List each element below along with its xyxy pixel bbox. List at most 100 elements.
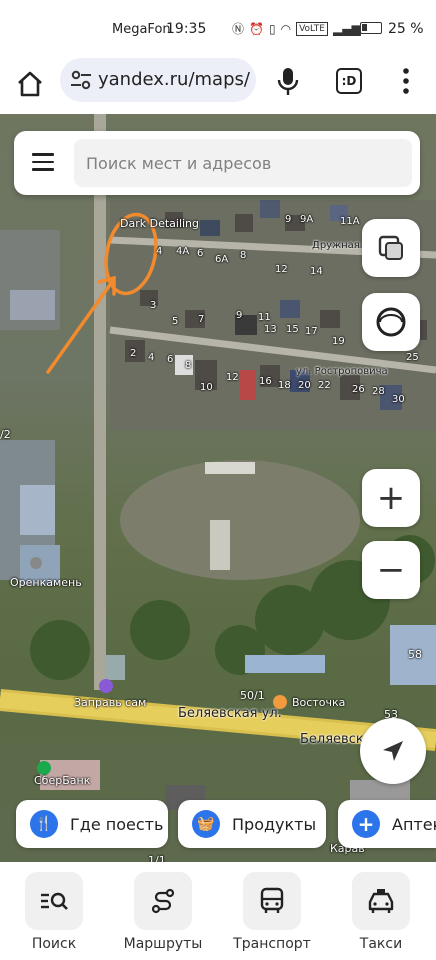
label-belyaevskaya-1: Беляевская ул. <box>178 706 282 721</box>
fork-knife-icon: 🍴 <box>30 810 58 838</box>
my-location-button[interactable] <box>360 718 426 784</box>
volte-icon: VoLTE <box>296 22 328 36</box>
chip-where-to-eat[interactable]: 🍴 Где поесть <box>16 800 168 848</box>
browser-toolbar: yandex.ru/maps/4 :D <box>0 58 436 118</box>
chip-label: Аптек <box>392 814 436 834</box>
label-building-2: /2 <box>0 428 11 441</box>
nav-routes[interactable]: Маршруты <box>113 872 213 952</box>
house-number: 25 <box>406 352 419 363</box>
house-number: 13 <box>264 324 277 335</box>
nav-transport[interactable]: Транспорт <box>222 872 322 952</box>
house-number: 26 <box>352 384 365 395</box>
site-settings-icon[interactable] <box>70 70 92 90</box>
house-number: 5 <box>172 316 179 327</box>
house-number: 4 <box>156 246 163 257</box>
label-orenkamen[interactable]: Оренкамень <box>10 576 82 589</box>
house-number: 6 <box>167 354 174 365</box>
zapravsam-marker <box>99 679 113 693</box>
house-number: 10 <box>200 382 213 393</box>
label-dark-detailing[interactable]: Dark Detailing <box>120 217 199 230</box>
house-number: 19 <box>332 336 345 347</box>
house-number: 12 <box>226 372 239 383</box>
house-number: 8 <box>185 360 192 371</box>
house-number: 9 <box>236 310 243 321</box>
nav-label: Транспорт <box>233 936 311 952</box>
address-bar[interactable]: yandex.ru/maps/4 <box>60 58 256 102</box>
label-zapravsam[interactable]: Заправь сам <box>74 696 146 709</box>
house-number: 16 <box>259 376 272 387</box>
chip-groceries[interactable]: 🧺 Продукты <box>178 800 326 848</box>
bus-icon <box>243 872 301 930</box>
home-icon[interactable] <box>14 68 46 100</box>
microphone-icon[interactable] <box>276 66 300 96</box>
house-number: 14 <box>310 266 323 277</box>
taxi-icon <box>352 872 410 930</box>
status-time: 19:35 <box>166 21 207 37</box>
battery-icon <box>360 22 382 34</box>
house-number: 11 <box>258 312 271 323</box>
url-text: yandex.ru/maps/4 <box>98 69 250 90</box>
bottom-navigation: Поиск Маршруты Транспорт Такси <box>0 862 436 960</box>
house-number: 9A <box>300 214 314 225</box>
signal-icon: ▂▄▆ <box>333 22 361 36</box>
wifi-icon: ◠ <box>280 22 292 36</box>
navigation-arrow-icon <box>383 741 403 761</box>
search-list-icon <box>25 872 83 930</box>
carrier-name: MegaFon <box>112 22 171 37</box>
label-vostochka[interactable]: Восточка <box>292 696 345 709</box>
house-number: 12 <box>275 264 288 275</box>
nav-taxi[interactable]: Такси <box>331 872 431 952</box>
commercial-building <box>245 655 325 673</box>
house-number: 6A <box>215 254 229 265</box>
house-number: 6 <box>197 248 204 259</box>
sberbank-marker <box>37 761 51 775</box>
more-menu-icon[interactable] <box>398 66 414 96</box>
route-icon <box>134 872 192 930</box>
house-number: 17 <box>305 326 318 337</box>
panorama-button[interactable] <box>362 293 420 351</box>
chip-label: Продукты <box>232 814 317 834</box>
label-sberbank[interactable]: СберБанк <box>34 774 90 787</box>
search-input[interactable] <box>74 139 412 187</box>
alarm-icon: ⏰ <box>249 22 264 36</box>
house-number: 8 <box>240 250 247 261</box>
zoom-out-button[interactable]: − <box>362 541 420 599</box>
house-number: 4A <box>176 246 190 257</box>
house-number: 28 <box>372 386 385 397</box>
house-number: 18 <box>278 380 291 391</box>
house-number: 11A <box>340 216 360 227</box>
house-number: 3 <box>150 300 157 311</box>
status-icons: Ⓝ ⏰ ▯ ◠ VoLTE ▂▄▆ <box>232 20 361 38</box>
house-number: 15 <box>286 324 299 335</box>
vibrate-icon: ▯ <box>268 22 276 36</box>
orenkamen-marker <box>30 557 42 569</box>
label-building-58: 58 <box>408 648 422 661</box>
nav-search[interactable]: Поиск <box>4 872 104 952</box>
nav-label: Такси <box>359 936 403 952</box>
layers-icon <box>378 235 403 260</box>
menu-icon[interactable] <box>32 153 54 171</box>
chip-label: Где поесть <box>70 814 164 834</box>
basket-icon: 🧺 <box>192 810 220 838</box>
layers-button[interactable] <box>362 219 420 277</box>
open-land <box>120 460 360 580</box>
house-number: 9 <box>285 214 292 225</box>
panorama-icon <box>376 307 406 337</box>
tab-switcher-button[interactable]: :D <box>336 68 362 94</box>
label-rostropovich: ул. Ростроповича <box>296 366 388 377</box>
house-number: 2 <box>130 348 137 359</box>
zoom-in-button[interactable]: + <box>362 469 420 527</box>
house-number: 4 <box>148 352 155 363</box>
house-number: 30 <box>392 394 405 405</box>
label-building-50-1: 50/1 <box>240 689 265 702</box>
house-number: 20 <box>298 380 311 391</box>
nav-label: Маршруты <box>123 936 203 952</box>
search-panel <box>14 131 420 195</box>
status-bar: MegaFon 19:35 Ⓝ ⏰ ▯ ◠ VoLTE ▂▄▆ 25 % <box>0 0 436 58</box>
nav-label: Поиск <box>31 936 77 952</box>
chip-pharmacy[interactable]: + Аптек <box>338 800 436 848</box>
house-number: 7 <box>198 314 205 325</box>
nfc-icon: Ⓝ <box>232 22 245 36</box>
plus-icon: + <box>352 810 380 838</box>
house-number: 22 <box>318 380 331 391</box>
